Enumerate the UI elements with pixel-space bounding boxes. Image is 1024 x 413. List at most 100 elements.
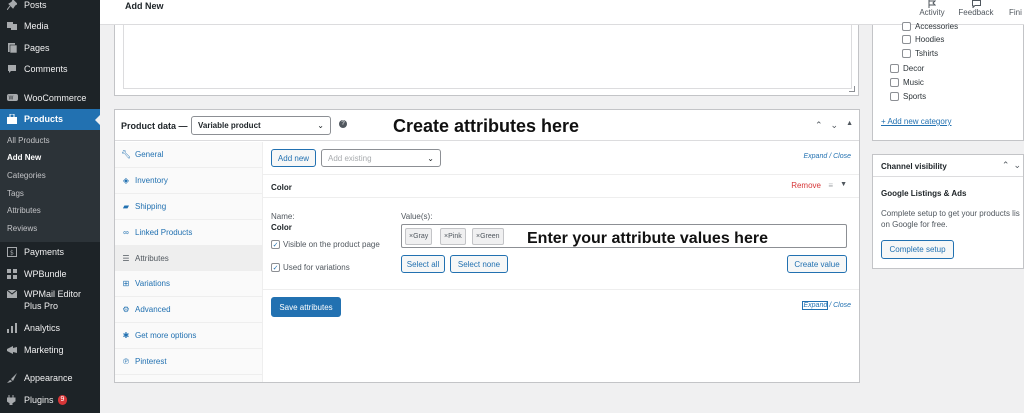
tab-label: Pinterest <box>135 357 167 367</box>
finish-label: Fini <box>1009 8 1022 17</box>
sidebar-item-media[interactable]: Media <box>0 16 100 38</box>
submenu-attributes[interactable]: Attributes <box>0 202 100 220</box>
remove-attribute-link[interactable]: Remove <box>791 181 821 190</box>
pages-icon <box>6 42 18 54</box>
checkmark-icon: ✓ <box>271 263 280 272</box>
pinterest-icon: ℗ <box>123 357 129 367</box>
value-chip[interactable]: × Green <box>472 228 504 245</box>
move-down-icon[interactable]: ⌄ <box>831 120 839 131</box>
toggle-arrow-icon[interactable]: ▼ <box>840 181 847 188</box>
svg-text:W: W <box>8 96 13 102</box>
sidebar-item-payments[interactable]: $ Payments <box>0 242 100 264</box>
sidebar-item-woocommerce[interactable]: W WooCommerce <box>0 87 100 109</box>
media-icon <box>6 20 18 32</box>
attribute-values-input[interactable]: × Gray × Pink × Green Enter your attribute … <box>401 224 847 248</box>
sidebar-item-comments[interactable]: Comments <box>0 59 100 81</box>
tab-get-more-options[interactable]: ✱ Get more options <box>115 323 262 350</box>
select-all-button[interactable]: Select all <box>401 255 445 273</box>
category-hoodies[interactable]: Hoodies <box>902 35 944 44</box>
panel-arrows-icon[interactable]: ⌃⌄ <box>1002 160 1024 171</box>
tab-attributes[interactable]: ☰ Attributes <box>115 245 262 272</box>
complete-setup-button[interactable]: Complete setup <box>881 240 954 259</box>
checkbox[interactable] <box>902 49 911 58</box>
drag-handle-icon[interactable]: ≡ <box>828 181 833 190</box>
sidebar-item-label: Analytics <box>24 323 61 334</box>
finish-setup-button[interactable]: Fini <box>1009 0 1024 17</box>
tab-inventory[interactable]: ◈ Inventory <box>115 168 262 194</box>
comments-icon <box>6 63 18 75</box>
sidebar-item-label: Media <box>24 21 49 32</box>
submenu-add-new[interactable]: Add New <box>0 149 100 167</box>
checkbox[interactable] <box>890 92 899 101</box>
visible-on-page-checkbox[interactable]: ✓ Visible on the product page <box>271 240 380 249</box>
woo-icon: W <box>6 92 18 104</box>
sidebar-item-label: Appearance <box>24 373 73 384</box>
value-chip[interactable]: × Pink <box>440 228 466 245</box>
category-sports[interactable]: Sports <box>890 92 926 101</box>
resize-handle[interactable] <box>849 86 855 92</box>
feedback-label: Feedback <box>958 8 994 17</box>
category-decor[interactable]: Decor <box>890 64 924 73</box>
sidebar-item-posts[interactable]: Posts <box>0 0 100 16</box>
checkbox[interactable] <box>902 35 911 44</box>
sidebar-item-marketing[interactable]: Marketing <box>0 339 100 361</box>
tab-shipping[interactable]: ▰ Shipping <box>115 194 262 220</box>
used-for-variations-checkbox[interactable]: ✓ Used for variations <box>271 263 350 272</box>
list-icon: ☰ <box>122 253 130 263</box>
checkbox[interactable] <box>890 64 899 73</box>
expand-link[interactable]: Expand <box>802 301 829 310</box>
add-new-attribute-button[interactable]: Add new <box>271 149 316 167</box>
add-new-category-link[interactable]: + Add new category <box>881 117 952 126</box>
tab-label: Shipping <box>135 201 167 211</box>
move-up-icon[interactable]: ⌃ <box>815 120 823 131</box>
checkmark-icon: ✓ <box>271 240 280 249</box>
value-chip[interactable]: × Gray <box>405 228 433 245</box>
feedback-button[interactable]: Feedback <box>958 0 994 17</box>
help-icon[interactable]: ? <box>339 120 347 128</box>
product-categories-box: Accessories Hoodies Tshirts Decor Music … <box>872 22 1024 141</box>
tab-general[interactable]: 🔧︎ General <box>115 142 262 168</box>
megaphone-icon <box>6 344 18 356</box>
category-tshirts[interactable]: Tshirts <box>902 49 938 58</box>
category-accessories[interactable]: Accessories <box>902 22 958 31</box>
submenu-categories[interactable]: Categories <box>0 167 100 185</box>
tab-advanced[interactable]: ⚙ Advanced <box>115 297 262 324</box>
checkbox[interactable] <box>890 78 899 87</box>
select-none-button[interactable]: Select none <box>450 255 508 273</box>
sidebar-item-appearance[interactable]: Appearance <box>0 368 100 390</box>
submenu-tags[interactable]: Tags <box>0 185 100 203</box>
product-data-panel: Product data — Variable product ⌄ ? Crea… <box>114 109 860 383</box>
checkbox[interactable] <box>902 22 911 31</box>
product-type-select[interactable]: Variable product ⌄ <box>191 116 331 135</box>
collapse-icon[interactable]: ▲ <box>846 120 853 131</box>
sidebar-item-plugins[interactable]: Plugins 9 <box>0 389 100 411</box>
admin-sidebar: Posts Media Pages Comments W WooCommerce <box>0 0 100 413</box>
tab-label: Inventory <box>135 175 168 185</box>
sidebar-item-pages[interactable]: Pages <box>0 37 100 59</box>
close-link[interactable]: Close <box>833 153 851 160</box>
category-music[interactable]: Music <box>890 78 924 87</box>
sidebar-item-wpbundle[interactable]: WPBundle <box>0 263 100 285</box>
add-existing-select[interactable]: Add existing ⌄ <box>321 149 441 167</box>
tab-label: Attributes <box>135 253 169 263</box>
create-value-button[interactable]: Create value <box>787 255 847 273</box>
description-textarea[interactable] <box>123 25 852 89</box>
grid-icon <box>6 268 18 280</box>
flag-icon <box>928 0 937 8</box>
activity-button[interactable]: Activity <box>917 0 947 17</box>
close-link[interactable]: Close <box>833 302 851 309</box>
tab-linked-products[interactable]: ∞ Linked Products <box>115 220 262 246</box>
submenu-reviews[interactable]: Reviews <box>0 220 100 238</box>
sidebar-item-analytics[interactable]: Analytics <box>0 318 100 340</box>
tab-pinterest[interactable]: ℗ Pinterest <box>115 349 262 376</box>
update-count-badge: 9 <box>57 394 68 405</box>
attribute-header-color[interactable]: Color Remove ≡ ▼ <box>263 174 859 198</box>
product-data-label: Product data — <box>121 121 188 131</box>
tab-variations[interactable]: ⊞ Variations <box>115 271 262 298</box>
sidebar-item-wpmail[interactable]: WPMail Editor Plus Pro <box>0 285 100 318</box>
submenu-all-products[interactable]: All Products <box>0 132 100 150</box>
save-attributes-button[interactable]: Save attributes <box>271 297 341 317</box>
annotation-enter-values: Enter your attribute values here <box>527 230 768 247</box>
sidebar-item-products[interactable]: Products <box>0 108 100 130</box>
expand-link[interactable]: Expand <box>803 153 827 160</box>
